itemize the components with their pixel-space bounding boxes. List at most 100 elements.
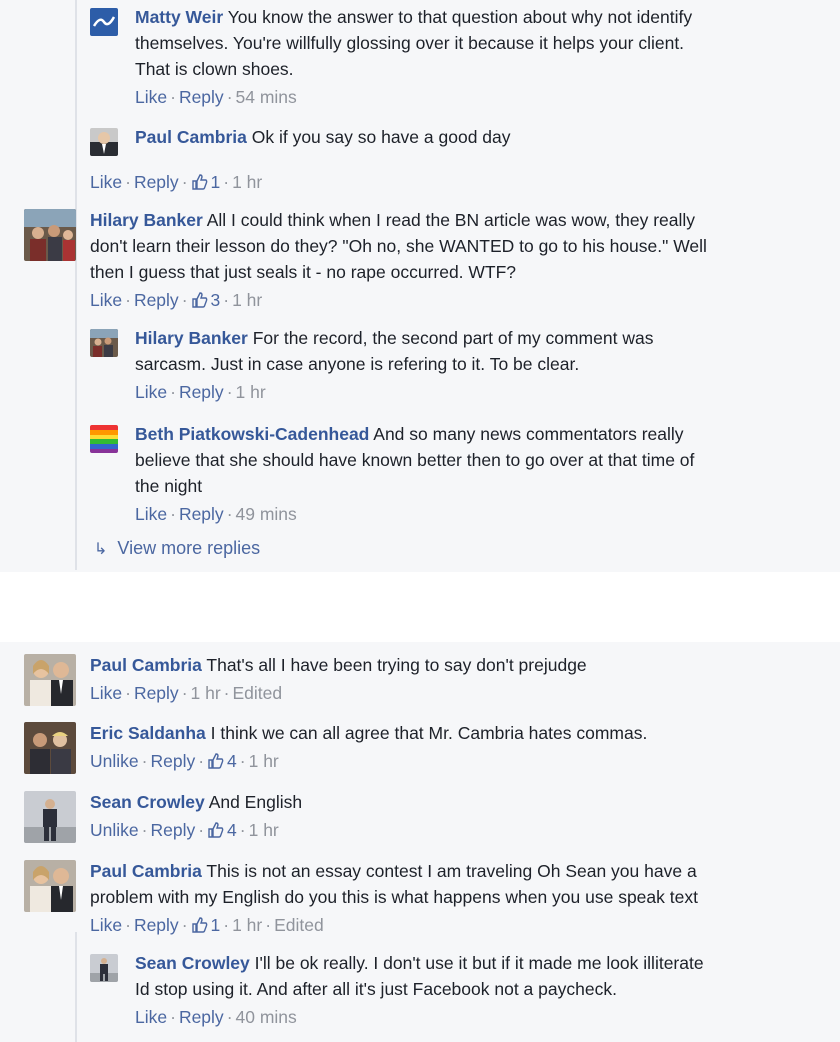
thumbs-up-icon: [191, 174, 207, 190]
thread-line-top: [75, 0, 77, 570]
author-name[interactable]: Sean Crowley: [135, 953, 250, 973]
like-button[interactable]: Like: [135, 1007, 167, 1027]
thread-line-bottom: [75, 932, 77, 1042]
thumbs-up-icon: [208, 753, 224, 769]
reply-button[interactable]: Reply: [179, 504, 224, 524]
man-suit-avatar-icon: [90, 128, 118, 156]
avatar[interactable]: [90, 954, 118, 982]
timestamp[interactable]: 1 hr: [232, 290, 262, 310]
comment-text: I think we can all agree that Mr. Cambri…: [210, 723, 648, 743]
avatar[interactable]: [24, 791, 76, 843]
group-photo-avatar-icon: [90, 329, 118, 357]
timestamp[interactable]: 1 hr: [191, 683, 221, 703]
comment-text: sarcasm. Just in case anyone is refering…: [135, 354, 580, 374]
comment-actions: Like · Reply · 54 mins: [135, 87, 297, 107]
comment-text: problem with my English do you this is w…: [90, 887, 698, 907]
timestamp[interactable]: 1 hr: [249, 751, 279, 771]
edited-label[interactable]: Edited: [233, 683, 283, 703]
avatar[interactable]: [24, 722, 76, 774]
comment-actions: Like · Reply · 1 hr: [135, 382, 266, 402]
avatar[interactable]: [90, 425, 118, 453]
timestamp[interactable]: 40 mins: [236, 1007, 297, 1027]
reply-button[interactable]: Reply: [134, 172, 179, 192]
likes-count[interactable]: 4: [207, 820, 237, 840]
standing-man-avatar-icon: [90, 954, 118, 982]
unlike-button[interactable]: Unlike: [90, 751, 139, 771]
like-button[interactable]: Like: [90, 290, 122, 310]
edited-label[interactable]: Edited: [274, 915, 324, 935]
comment-actions: Like · Reply · 1 hr · Edited: [90, 683, 283, 703]
comment-text: That is clown shoes.: [135, 59, 294, 79]
redacted-blur-area: [0, 572, 840, 642]
author-name[interactable]: Beth Piatkowski-Cadenhead: [135, 424, 369, 444]
comment-actions: Like · Reply · 1 · 1 hr · Edited: [90, 915, 324, 935]
author-name[interactable]: Eric Saldanha: [90, 723, 206, 743]
comment-text: the night: [135, 476, 203, 496]
likes-count[interactable]: 4: [207, 751, 237, 771]
reply-button[interactable]: Reply: [150, 820, 195, 840]
reply-button[interactable]: Reply: [179, 382, 224, 402]
author-name[interactable]: Hilary Banker: [135, 328, 248, 348]
timestamp[interactable]: 49 mins: [236, 504, 297, 524]
likes-count[interactable]: 1: [191, 172, 220, 192]
view-more-replies-link[interactable]: ↳ View more replies: [94, 538, 260, 559]
reply-button[interactable]: Reply: [179, 1007, 224, 1027]
group-photo-avatar-icon: [24, 209, 76, 261]
reply-button[interactable]: Reply: [134, 290, 179, 310]
thumbs-up-icon: [191, 292, 207, 308]
avatar[interactable]: [24, 209, 76, 261]
author-name[interactable]: Paul Cambria: [90, 861, 202, 881]
view-more-label: View more replies: [117, 538, 261, 558]
comment-text: Id stop using it. And after all it's jus…: [135, 979, 617, 999]
comment-text: Ok if you say so have a good day: [251, 127, 511, 147]
comment-text: This is not an essay contest I am travel…: [206, 861, 697, 881]
comment-actions: Like · Reply · 49 mins: [135, 504, 297, 524]
author-name[interactable]: Hilary Banker: [90, 210, 203, 230]
likes-count[interactable]: 3: [191, 290, 220, 310]
comment-actions: Unlike · Reply · 4 · 1 hr: [90, 820, 279, 840]
author-name[interactable]: Paul Cambria: [135, 127, 247, 147]
avatar[interactable]: [24, 654, 76, 706]
like-button[interactable]: Like: [135, 382, 167, 402]
likes-count[interactable]: 1: [191, 915, 220, 935]
reply-button[interactable]: Reply: [150, 751, 195, 771]
two-men-avatar-icon: [24, 722, 76, 774]
like-button[interactable]: Like: [135, 87, 167, 107]
comment-text: then I guess that just seals it - no rap…: [90, 262, 517, 282]
author-name[interactable]: Matty Weir: [135, 7, 223, 27]
timestamp[interactable]: 1 hr: [232, 915, 262, 935]
avatar[interactable]: [90, 8, 118, 36]
comment-text: believe that she should have known bette…: [135, 450, 695, 470]
comment-text: All I could think when I read the BN art…: [206, 210, 696, 230]
reply-button[interactable]: Reply: [134, 683, 179, 703]
couple-avatar-icon: [24, 860, 76, 912]
like-button[interactable]: Like: [90, 915, 122, 935]
comment-text: That's all I have been trying to say don…: [206, 655, 587, 675]
unlike-button[interactable]: Unlike: [90, 820, 139, 840]
like-button[interactable]: Like: [90, 683, 122, 703]
comment-text: themselves. You're willfully glossing ov…: [135, 33, 685, 53]
comment-actions: Like · Reply · 1 · 1 hr: [90, 172, 263, 192]
like-button[interactable]: Like: [90, 172, 122, 192]
timestamp[interactable]: 1 hr: [236, 382, 266, 402]
comment-text: don't learn their lesson do they? "Oh no…: [90, 236, 707, 256]
avatar[interactable]: [24, 860, 76, 912]
author-name[interactable]: Paul Cambria: [90, 655, 202, 675]
author-name[interactable]: Sean Crowley: [90, 792, 205, 812]
reply-button[interactable]: Reply: [179, 87, 224, 107]
comment-actions: Like · Reply · 3 · 1 hr: [90, 290, 263, 310]
comment-text: And English: [208, 792, 303, 812]
like-button[interactable]: Like: [135, 504, 167, 524]
comment-text: I'll be ok really. I don't use it but if…: [254, 953, 704, 973]
avatar[interactable]: [90, 128, 118, 156]
timestamp[interactable]: 1 hr: [232, 172, 262, 192]
timestamp[interactable]: 54 mins: [236, 87, 297, 107]
timestamp[interactable]: 1 hr: [249, 820, 279, 840]
reply-arrow-icon: ↳: [94, 541, 108, 558]
comment-text: You know the answer to that question abo…: [227, 7, 693, 27]
comment-text: And so many news commentators really: [373, 424, 684, 444]
avatar[interactable]: [90, 329, 118, 357]
rainbow-avatar-icon: [90, 425, 118, 453]
thumbs-up-icon: [191, 917, 207, 933]
reply-button[interactable]: Reply: [134, 915, 179, 935]
